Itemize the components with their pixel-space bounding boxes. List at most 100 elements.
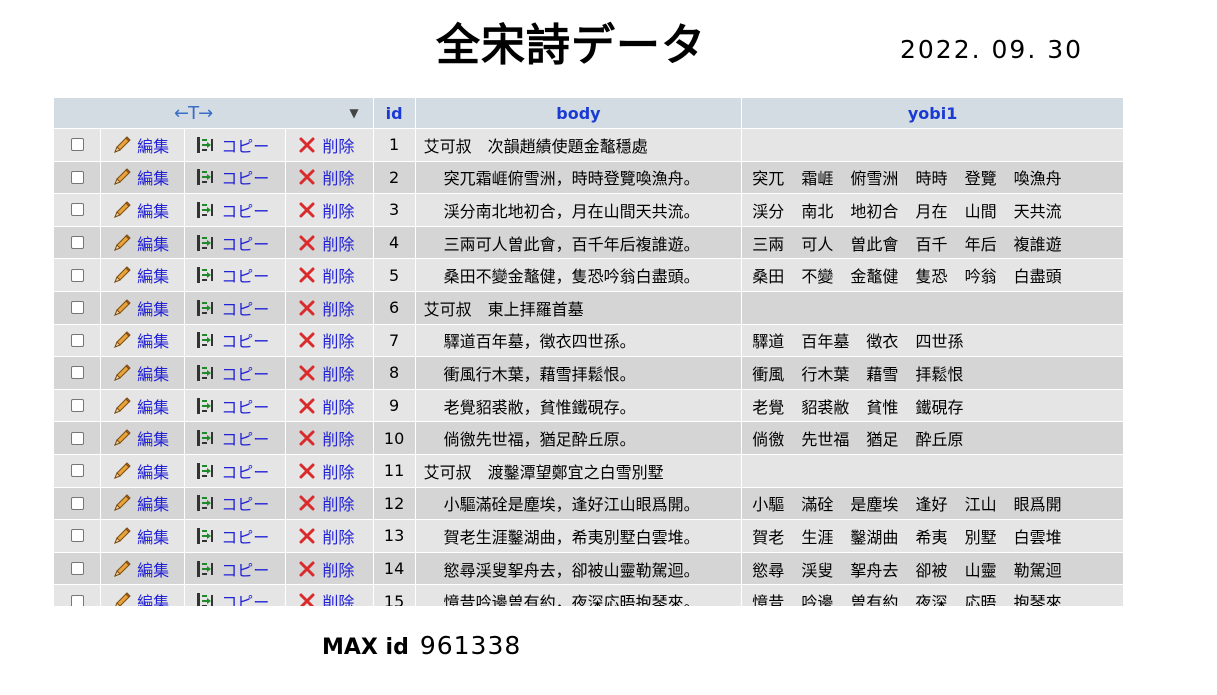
delete-button[interactable]: 削除 xyxy=(286,263,372,287)
column-header-yobi1-label[interactable]: yobi1 xyxy=(908,104,958,123)
edit-button[interactable]: 編集 xyxy=(101,296,184,320)
edit-action-cell[interactable]: 編集 xyxy=(101,552,185,585)
row-checkbox-cell[interactable] xyxy=(54,552,101,585)
delete-label[interactable]: 削除 xyxy=(322,589,354,606)
copy-action-cell[interactable]: コピー xyxy=(185,324,286,357)
edit-button[interactable]: 編集 xyxy=(101,491,184,515)
edit-label[interactable]: 編集 xyxy=(137,426,169,450)
edit-label[interactable]: 編集 xyxy=(137,557,169,581)
edit-button[interactable]: 編集 xyxy=(101,557,184,581)
edit-action-cell[interactable]: 編集 xyxy=(101,357,185,389)
edit-button[interactable]: 編集 xyxy=(101,328,184,352)
copy-label[interactable]: コピー xyxy=(221,133,269,157)
copy-button[interactable]: コピー xyxy=(185,328,285,352)
row-checkbox-cell[interactable] xyxy=(54,194,101,226)
column-header-id[interactable]: id xyxy=(373,98,415,128)
column-header-body-label[interactable]: body xyxy=(556,104,600,123)
results-table-container[interactable]: ←T→ ▼ id body yobi1 編集 コピー 削除 1 艾可叔 次韻趙績使題金鼇… xyxy=(53,97,1124,606)
delete-action-cell[interactable]: 削除 xyxy=(286,520,373,552)
row-checkbox-cell[interactable] xyxy=(54,454,101,487)
delete-label[interactable]: 削除 xyxy=(322,491,354,515)
edit-action-cell[interactable]: 編集 xyxy=(101,194,185,226)
row-checkbox[interactable] xyxy=(70,464,84,478)
row-checkbox-cell[interactable] xyxy=(54,487,101,520)
copy-label[interactable]: コピー xyxy=(221,198,269,222)
edit-action-cell[interactable]: 編集 xyxy=(101,422,185,454)
edit-action-cell[interactable]: 編集 xyxy=(101,129,185,161)
edit-label[interactable]: 編集 xyxy=(137,589,169,606)
copy-action-cell[interactable]: コピー xyxy=(185,585,286,606)
edit-button[interactable]: 編集 xyxy=(101,426,184,450)
edit-button[interactable]: 編集 xyxy=(101,263,184,287)
delete-button[interactable]: 削除 xyxy=(286,459,372,483)
copy-action-cell[interactable]: コピー xyxy=(185,552,286,585)
copy-button[interactable]: コピー xyxy=(185,557,285,581)
delete-label[interactable]: 削除 xyxy=(322,524,354,548)
delete-action-cell[interactable]: 削除 xyxy=(286,226,373,259)
delete-button[interactable]: 削除 xyxy=(286,296,372,320)
delete-button[interactable]: 削除 xyxy=(286,328,372,352)
delete-label[interactable]: 削除 xyxy=(322,296,354,320)
edit-button[interactable]: 編集 xyxy=(101,198,184,222)
edit-label[interactable]: 編集 xyxy=(137,198,169,222)
delete-action-cell[interactable]: 削除 xyxy=(286,389,373,422)
edit-action-cell[interactable]: 編集 xyxy=(101,520,185,552)
row-checkbox-cell[interactable] xyxy=(54,389,101,422)
row-checkbox[interactable] xyxy=(70,333,84,347)
copy-action-cell[interactable]: コピー xyxy=(185,161,286,194)
copy-label[interactable]: コピー xyxy=(221,296,269,320)
copy-action-cell[interactable]: コピー xyxy=(185,194,286,226)
delete-button[interactable]: 削除 xyxy=(286,524,372,548)
edit-label[interactable]: 編集 xyxy=(137,491,169,515)
copy-button[interactable]: コピー xyxy=(185,263,285,287)
edit-button[interactable]: 編集 xyxy=(101,589,184,606)
row-checkbox-cell[interactable] xyxy=(54,161,101,194)
row-checkbox-cell[interactable] xyxy=(54,259,101,291)
edit-label[interactable]: 編集 xyxy=(137,296,169,320)
delete-action-cell[interactable]: 削除 xyxy=(286,454,373,487)
copy-button[interactable]: コピー xyxy=(185,198,285,222)
row-checkbox[interactable] xyxy=(70,236,84,250)
copy-label[interactable]: コピー xyxy=(221,231,269,255)
delete-action-cell[interactable]: 削除 xyxy=(286,161,373,194)
copy-label[interactable]: コピー xyxy=(221,589,269,606)
edit-label[interactable]: 編集 xyxy=(137,361,169,385)
edit-action-cell[interactable]: 編集 xyxy=(101,585,185,606)
edit-label[interactable]: 編集 xyxy=(137,133,169,157)
edit-button[interactable]: 編集 xyxy=(101,524,184,548)
copy-label[interactable]: コピー xyxy=(221,459,269,483)
delete-label[interactable]: 削除 xyxy=(322,459,354,483)
delete-action-cell[interactable]: 削除 xyxy=(286,259,373,291)
copy-action-cell[interactable]: コピー xyxy=(185,454,286,487)
edit-label[interactable]: 編集 xyxy=(137,328,169,352)
edit-button[interactable]: 編集 xyxy=(101,165,184,189)
edit-label[interactable]: 編集 xyxy=(137,231,169,255)
edit-button[interactable]: 編集 xyxy=(101,394,184,418)
row-checkbox[interactable] xyxy=(70,399,84,413)
delete-button[interactable]: 削除 xyxy=(286,491,372,515)
edit-label[interactable]: 編集 xyxy=(137,459,169,483)
row-checkbox[interactable] xyxy=(70,366,84,380)
row-checkbox[interactable] xyxy=(70,496,84,510)
row-checkbox[interactable] xyxy=(70,431,84,445)
row-checkbox-cell[interactable] xyxy=(54,357,101,389)
copy-label[interactable]: コピー xyxy=(221,557,269,581)
delete-action-cell[interactable]: 削除 xyxy=(286,552,373,585)
delete-button[interactable]: 削除 xyxy=(286,361,372,385)
copy-label[interactable]: コピー xyxy=(221,524,269,548)
copy-action-cell[interactable]: コピー xyxy=(185,357,286,389)
delete-label[interactable]: 削除 xyxy=(322,328,354,352)
delete-action-cell[interactable]: 削除 xyxy=(286,422,373,454)
copy-action-cell[interactable]: コピー xyxy=(185,291,286,324)
delete-action-cell[interactable]: 削除 xyxy=(286,357,373,389)
delete-label[interactable]: 削除 xyxy=(322,361,354,385)
delete-label[interactable]: 削除 xyxy=(322,165,354,189)
delete-label[interactable]: 削除 xyxy=(322,557,354,581)
delete-button[interactable]: 削除 xyxy=(286,133,372,157)
delete-button[interactable]: 削除 xyxy=(286,557,372,581)
row-checkbox-cell[interactable] xyxy=(54,422,101,454)
copy-action-cell[interactable]: コピー xyxy=(185,520,286,552)
column-header-yobi1[interactable]: yobi1 xyxy=(742,98,1123,128)
sort-dropdown-icon[interactable]: ▼ xyxy=(349,106,358,120)
copy-button[interactable]: コピー xyxy=(185,231,285,255)
